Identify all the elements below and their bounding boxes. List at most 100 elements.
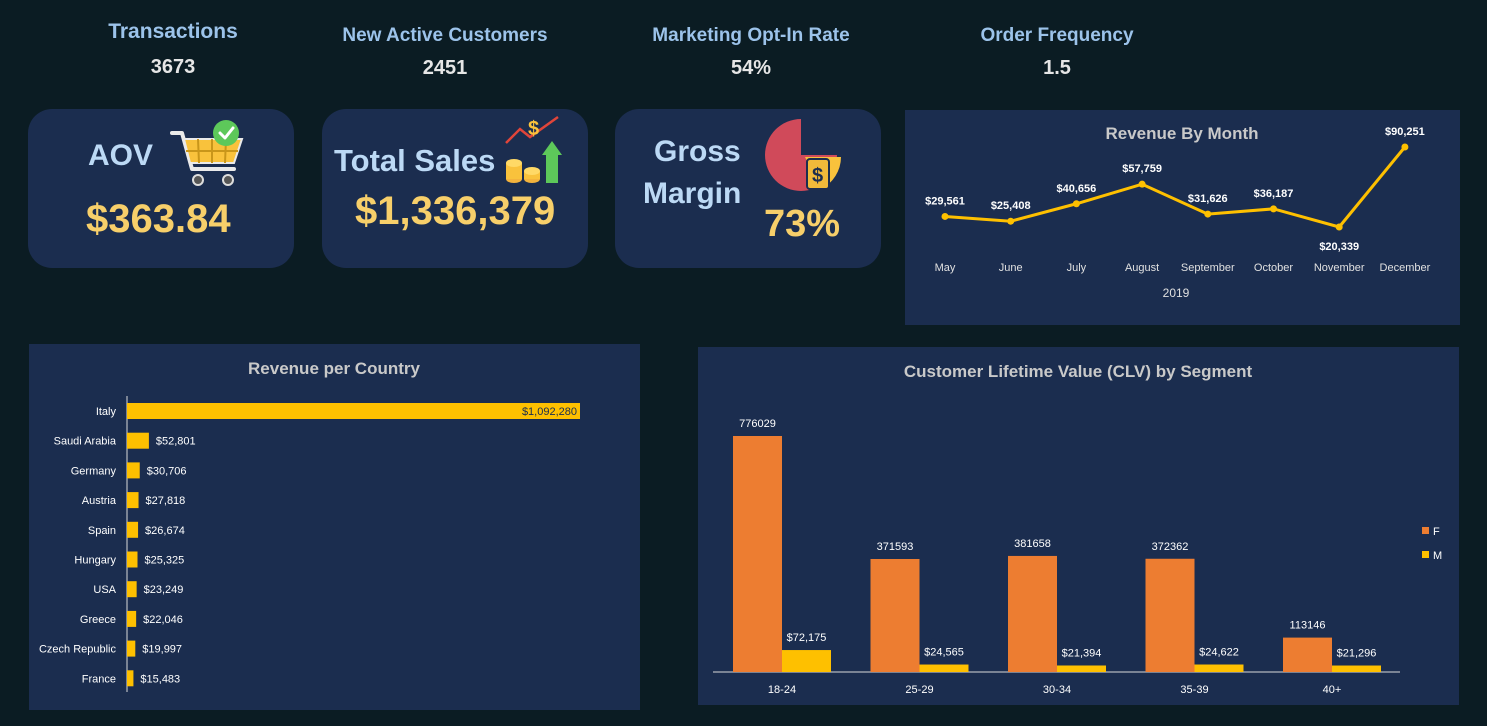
- data-point: [1072, 200, 1080, 208]
- data-label: $31,626: [1188, 193, 1228, 205]
- x-tick-label: September: [1181, 262, 1235, 274]
- kpi-new-active-customers: New Active Customers 2451: [315, 25, 575, 80]
- country-bar: [127, 432, 149, 449]
- gross-margin-title-line2: Margin: [643, 177, 742, 210]
- country-label: Saudi Arabia: [54, 436, 117, 448]
- legend-label: F: [1433, 526, 1440, 538]
- kpi-value: 2451: [422, 57, 468, 79]
- country-label: Italy: [96, 406, 117, 418]
- x-tick-label: July: [1067, 262, 1087, 274]
- aov-value: $363.84: [86, 197, 231, 241]
- segment-bar-m: [1057, 665, 1106, 672]
- aov-title: AOV: [88, 139, 154, 172]
- aov-card: AOV $363.84: [28, 109, 294, 268]
- data-label: $19,997: [142, 644, 182, 656]
- segment-bar-f: [1283, 637, 1332, 672]
- x-tick-label: 35-39: [1180, 684, 1208, 696]
- data-label: $1,092,280: [522, 406, 577, 418]
- data-label: $90,251: [1385, 126, 1425, 138]
- data-label: $22,046: [143, 614, 183, 626]
- data-point: [1007, 217, 1015, 225]
- x-tick-label: June: [999, 262, 1023, 274]
- kpi-label: Order Frequency: [980, 25, 1134, 46]
- clv-by-segment-chart: Customer Lifetime Value (CLV) by Segment…: [713, 362, 1442, 696]
- data-point: [1138, 180, 1146, 188]
- x-tick-label: 18-24: [768, 684, 796, 696]
- x-tick-label: November: [1314, 262, 1365, 274]
- kpi-value: 1.5: [1043, 57, 1071, 79]
- revenue-line: [944, 146, 1407, 229]
- data-point: [1335, 223, 1343, 231]
- x-tick-label: August: [1125, 262, 1159, 274]
- pie-dollar-icon: $: [765, 119, 841, 191]
- kpi-order-frequency: Order Frequency 1.5: [927, 25, 1187, 80]
- country-bar: [127, 610, 137, 627]
- data-label: $15,483: [140, 673, 180, 685]
- kpi-label: Marketing Opt-In Rate: [652, 25, 850, 46]
- country-bar: [127, 640, 136, 657]
- data-label: $29,561: [925, 195, 965, 207]
- data-label: $24,565: [924, 647, 964, 659]
- country-bar: [127, 670, 134, 687]
- shopping-cart-check-icon: [170, 120, 244, 186]
- total-sales-title: Total Sales: [334, 143, 496, 178]
- country-bar: [127, 521, 139, 538]
- data-label: $36,187: [1254, 188, 1294, 200]
- x-tick-label: 40+: [1323, 684, 1342, 696]
- total-sales-card: Total Sales $ $1,336,379: [322, 109, 588, 268]
- country-label: Hungary: [74, 555, 116, 567]
- country-bar: [127, 462, 140, 479]
- kpi-value: 3673: [150, 56, 196, 78]
- kpi-marketing-opt-in-rate: Marketing Opt-In Rate 54%: [621, 25, 881, 80]
- legend-swatch: [1422, 527, 1429, 534]
- country-bar: [127, 492, 139, 509]
- country-bar: [127, 551, 138, 568]
- kpi-label: New Active Customers: [342, 25, 548, 46]
- data-point: [941, 212, 949, 220]
- data-point: [1270, 205, 1277, 213]
- segment-bar-m: [919, 664, 969, 672]
- data-label: 381658: [1014, 538, 1051, 550]
- segment-bar-f: [870, 558, 920, 672]
- data-label: $25,325: [145, 555, 185, 567]
- revenue-by-month-panel: Revenue By Month 2019 $29,561 May $25,408 J…: [905, 110, 1460, 325]
- x-tick-label: December: [1380, 262, 1431, 274]
- total-sales-value: $1,336,379: [355, 189, 556, 233]
- data-label: 372362: [1152, 541, 1189, 553]
- gross-margin-card: Gross Margin $ 73%: [615, 109, 881, 268]
- legend-label: M: [1433, 550, 1442, 562]
- x-tick-label: October: [1254, 262, 1293, 274]
- data-label: $20,339: [1319, 241, 1359, 253]
- data-label: $23,249: [144, 584, 184, 596]
- kpi-value: 54%: [730, 57, 772, 79]
- segment-bar-m: [1194, 664, 1244, 672]
- chart-title: Revenue By Month: [1105, 124, 1258, 143]
- revenue-per-country-panel: Revenue per Country Italy $1,092,280 Saudi…: [29, 344, 640, 710]
- svg-text:$: $: [528, 118, 539, 140]
- segment-bar-f: [1008, 555, 1057, 672]
- data-label: $40,656: [1057, 183, 1097, 195]
- segment-bar-f: [1145, 558, 1195, 672]
- kpi-transactions: Transactions 3673: [43, 20, 303, 79]
- segment-bar-f: [733, 436, 782, 672]
- data-point: [1401, 143, 1409, 151]
- country-label: Greece: [80, 614, 116, 626]
- x-axis-label: 2019: [1163, 286, 1190, 300]
- country-bar: [127, 581, 137, 598]
- gross-margin-value: 73%: [764, 203, 841, 245]
- data-point: [1204, 210, 1212, 218]
- chart-title: Customer Lifetime Value (CLV) by Segment: [904, 362, 1253, 381]
- data-label: $21,394: [1062, 647, 1102, 659]
- data-label: 371593: [877, 541, 914, 553]
- coins-growth-icon: $: [505, 115, 562, 183]
- segment-bar-m: [782, 650, 831, 672]
- data-label: $25,408: [991, 200, 1031, 212]
- segment-bar-m: [1332, 665, 1381, 672]
- gross-margin-title-line1: Gross: [654, 135, 741, 168]
- country-bar: [127, 403, 580, 419]
- x-tick-label: 30-34: [1043, 684, 1071, 696]
- svg-text:$: $: [812, 165, 823, 187]
- data-label: $21,296: [1337, 648, 1377, 660]
- kpi-label: Transactions: [108, 20, 238, 43]
- data-label: $52,801: [156, 436, 196, 448]
